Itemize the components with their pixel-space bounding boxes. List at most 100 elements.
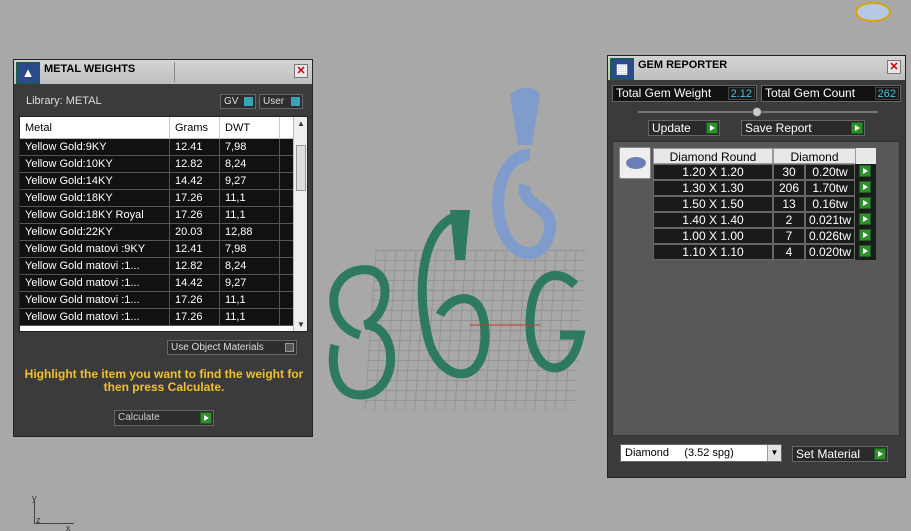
table-row[interactable]: Yellow Gold:14KY 14.42 9,27 (20, 173, 307, 190)
grams-cell: 14.42 (170, 173, 220, 189)
table-row[interactable]: Yellow Gold:9KY 12.41 7,98 (20, 139, 307, 156)
table-row[interactable]: Yellow Gold matovi :1... 17.26 11,1 (20, 309, 307, 326)
splitter-slider[interactable] (638, 107, 878, 117)
save-report-label: Save Report (745, 121, 812, 135)
update-button[interactable]: Update (648, 120, 720, 136)
table-row[interactable]: 1.40 X 1.40 2 0.021tw (653, 212, 876, 228)
table-row[interactable]: Yellow Gold matovi :1... 17.26 11,1 (20, 292, 307, 309)
table-row[interactable]: Yellow Gold matovi :1... 14.42 9,27 (20, 275, 307, 292)
metal-weights-titlebar[interactable]: ▲ METAL WEIGHTS ✕ (14, 60, 312, 84)
select-gem-button[interactable] (855, 164, 873, 180)
table-row[interactable]: Yellow Gold matovi :1... 12.82 8,24 (20, 258, 307, 275)
gem-reporter-app-icon: ▦ (610, 58, 634, 80)
play-icon (200, 412, 212, 424)
grams-cell: 17.26 (170, 207, 220, 223)
table-row[interactable]: Yellow Gold:18KY Royal 17.26 11,1 (20, 207, 307, 224)
metal-name-cell: Yellow Gold matovi :1... (20, 292, 170, 308)
gv-toggle[interactable]: GV (220, 94, 256, 109)
gem-table[interactable]: Diamond Round Diamond 1.20 X 1.20 30 0.20t… (653, 148, 876, 260)
table-row[interactable]: 1.30 X 1.30 206 1.70tw (653, 180, 876, 196)
play-icon (874, 448, 886, 460)
select-gem-button[interactable] (855, 180, 873, 196)
scrollbar-thumb[interactable] (296, 145, 306, 191)
table-row[interactable]: Yellow Gold:10KY 12.82 8,24 (20, 156, 307, 173)
user-toggle[interactable]: User (259, 94, 303, 109)
play-icon (859, 181, 871, 193)
gem-table-header: Diamond Round Diamond (653, 148, 876, 164)
select-gem-button[interactable] (855, 228, 873, 244)
grams-cell: 20.03 (170, 224, 220, 240)
play-icon (859, 197, 871, 209)
table-row[interactable]: Yellow Gold matovi :9KY 12.41 7,98 (20, 241, 307, 258)
close-icon[interactable]: ✕ (887, 60, 901, 74)
dwt-cell: 11,1 (220, 292, 280, 308)
select-gem-button[interactable] (855, 196, 873, 212)
calculate-button[interactable]: Calculate (114, 410, 214, 426)
material-select[interactable]: Diamond (3.52 spg) ▼ (620, 444, 782, 462)
dwt-cell: 9,27 (220, 275, 280, 291)
table-row[interactable]: Yellow Gold:22KY 20.03 12,88 (20, 224, 307, 241)
material-select-value: Diamond (3.52 spg) (625, 447, 734, 459)
weight-cell: 0.021tw (805, 212, 855, 228)
column-header-grams[interactable]: Grams (170, 117, 220, 138)
size-cell: 1.40 X 1.40 (653, 212, 773, 228)
save-report-button[interactable]: Save Report (741, 120, 865, 136)
library-label: Library: METAL (26, 95, 102, 107)
select-gem-button[interactable] (855, 212, 873, 228)
total-gem-count-label: Total Gem Count (765, 86, 856, 100)
play-icon (851, 122, 863, 134)
grams-cell: 12.41 (170, 241, 220, 257)
table-row[interactable]: 1.50 X 1.50 13 0.16tw (653, 196, 876, 212)
dwt-cell: 7,98 (220, 139, 280, 155)
gem-reporter-panel: ▦ GEM REPORTER ✕ Total Gem Weight 2.12 T… (607, 55, 906, 478)
dwt-cell: 11,1 (220, 190, 280, 206)
count-cell: 13 (773, 196, 805, 212)
table-row[interactable]: Yellow Gold:18KY 17.26 11,1 (20, 190, 307, 207)
column-header-metal[interactable]: Metal (20, 117, 170, 138)
titlebar-divider (174, 62, 175, 82)
table-row[interactable]: 1.00 X 1.00 7 0.026tw (653, 228, 876, 244)
weight-cell: 0.026tw (805, 228, 855, 244)
table-row[interactable]: 1.20 X 1.20 30 0.20tw (653, 164, 876, 180)
select-gem-button[interactable] (855, 244, 873, 260)
play-icon (859, 213, 871, 225)
axis-y-label: y (32, 493, 37, 503)
metal-table-scrollbar[interactable]: ▲ ▼ (293, 117, 307, 331)
metal-table[interactable]: Metal Grams DWT Yellow Gold:9KY 12.41 7,98… (19, 116, 308, 332)
count-cell: 30 (773, 164, 805, 180)
size-cell: 1.00 X 1.00 (653, 228, 773, 244)
dwt-cell: 8,24 (220, 258, 280, 274)
set-material-button[interactable]: Set Material (792, 446, 888, 462)
metal-weights-app-icon: ▲ (16, 62, 40, 84)
count-cell: 206 (773, 180, 805, 196)
axis-x-label: x (66, 523, 71, 531)
column-header-dwt[interactable]: DWT (220, 117, 280, 138)
grams-cell: 17.26 (170, 190, 220, 206)
metal-name-cell: Yellow Gold matovi :9KY (20, 241, 170, 257)
user-toggle-label: User (263, 96, 285, 107)
chevron-down-icon[interactable]: ▼ (767, 445, 781, 461)
metal-weights-title: METAL WEIGHTS (44, 63, 136, 75)
dwt-cell: 11,1 (220, 309, 280, 325)
grams-cell: 12.82 (170, 258, 220, 274)
gem-reporter-titlebar[interactable]: ▦ GEM REPORTER ✕ (608, 56, 905, 80)
total-gem-count-value: 262 (874, 87, 899, 100)
play-icon (706, 122, 718, 134)
set-material-label: Set Material (796, 447, 861, 461)
weight-cell: 0.020tw (805, 244, 855, 260)
dwt-cell: 8,24 (220, 156, 280, 172)
slider-knob[interactable] (752, 107, 762, 117)
diamond-icon[interactable] (619, 147, 651, 179)
close-icon[interactable]: ✕ (294, 64, 308, 78)
use-object-materials-toggle[interactable]: Use Object Materials (167, 340, 297, 355)
table-row[interactable]: 1.10 X 1.10 4 0.020tw (653, 244, 876, 260)
dwt-cell: 7,98 (220, 241, 280, 257)
count-cell: 7 (773, 228, 805, 244)
app-logo-icon (855, 2, 891, 22)
axis-z-label: z (36, 515, 41, 525)
calculate-label: Calculate (118, 412, 160, 423)
update-label: Update (652, 121, 691, 135)
total-gem-weight: Total Gem Weight 2.12 (612, 85, 757, 102)
grams-cell: 14.42 (170, 275, 220, 291)
pendant-model (328, 87, 586, 400)
